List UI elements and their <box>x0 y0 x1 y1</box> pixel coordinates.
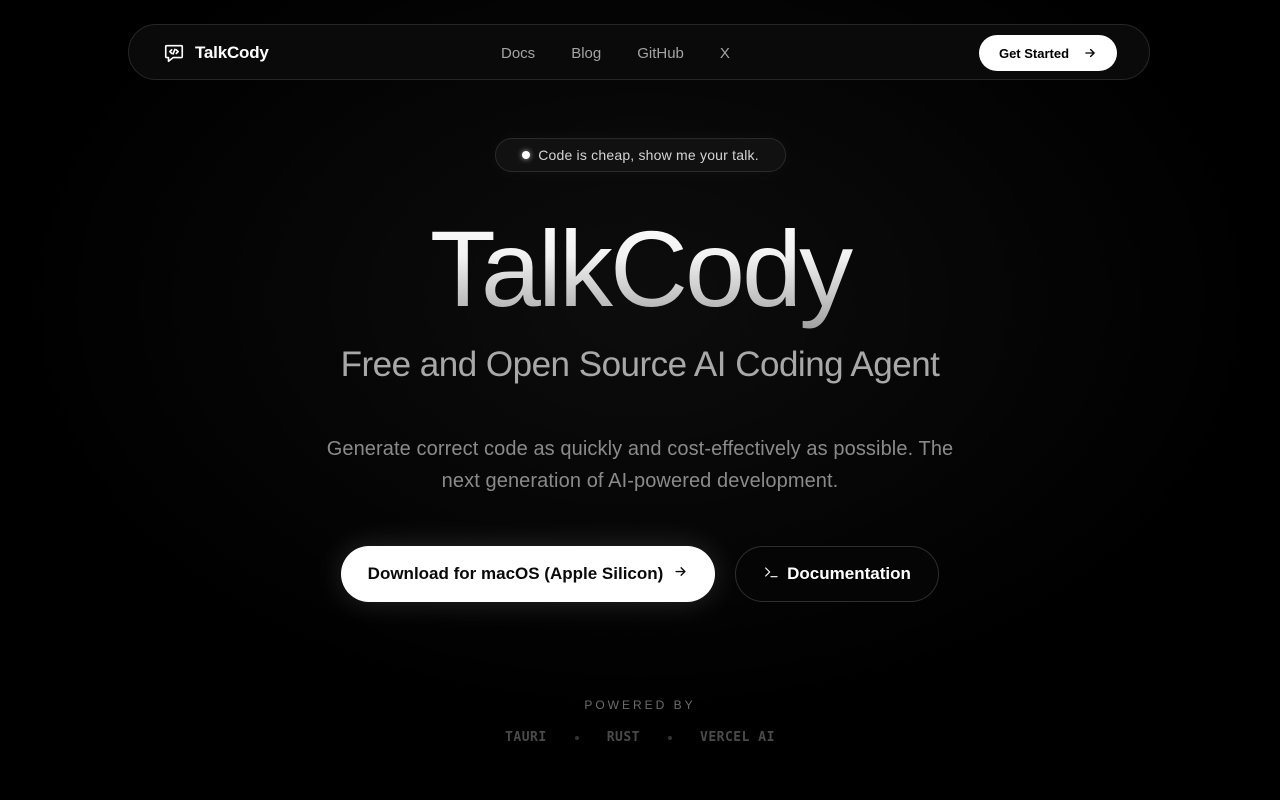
get-started-label: Get Started <box>998 45 1070 61</box>
arrow-right-icon <box>1083 46 1097 60</box>
nav-links: Docs Blog GitHub X <box>501 25 730 81</box>
landing-page: TalkCody Docs Blog GitHub X Get Started … <box>0 0 1280 800</box>
nav-link-github[interactable]: GitHub <box>637 45 684 62</box>
powered-by-list: TAURI RUST VERCEL AI <box>0 730 1280 745</box>
download-macos-button[interactable]: Download for macOS (Apple Silicon) <box>341 546 715 602</box>
brand-name: TalkCody <box>195 43 269 62</box>
hero-title: TalkCody <box>0 204 1280 334</box>
separator-dot <box>668 735 672 740</box>
tagline-text: Code is cheap, show me your talk. <box>538 147 759 163</box>
separator-dot <box>574 735 579 740</box>
documentation-button[interactable]: Documentation <box>735 546 939 602</box>
get-started-button[interactable]: Get Started <box>979 35 1117 71</box>
nav-link-blog[interactable]: Blog <box>571 45 601 62</box>
top-navbar: TalkCody Docs Blog GitHub X Get Started <box>128 24 1150 80</box>
powered-by-label: POWERED BY <box>584 698 696 712</box>
powered-by-rust: RUST <box>606 730 640 745</box>
nav-link-docs[interactable]: Docs <box>501 45 535 62</box>
brand-logo-link[interactable]: TalkCody <box>163 25 269 81</box>
hero-description: Generate correct code as quickly and cos… <box>326 438 954 492</box>
powered-by-tauri: TAURI <box>505 730 547 745</box>
nav-link-x[interactable]: X <box>720 45 730 62</box>
documentation-button-label: Documentation <box>787 564 911 583</box>
status-dot-icon <box>522 151 531 159</box>
download-button-label: Download for macOS (Apple Silicon) <box>367 564 664 583</box>
powered-by-vercel-ai: VERCEL AI <box>700 730 775 745</box>
terminal-icon <box>763 564 779 585</box>
tagline-pill: Code is cheap, show me your talk. <box>495 138 786 172</box>
code-chat-icon <box>163 42 185 64</box>
arrow-right-icon <box>673 564 688 584</box>
hero-subtitle: Free and Open Source AI Coding Agent <box>340 345 940 384</box>
